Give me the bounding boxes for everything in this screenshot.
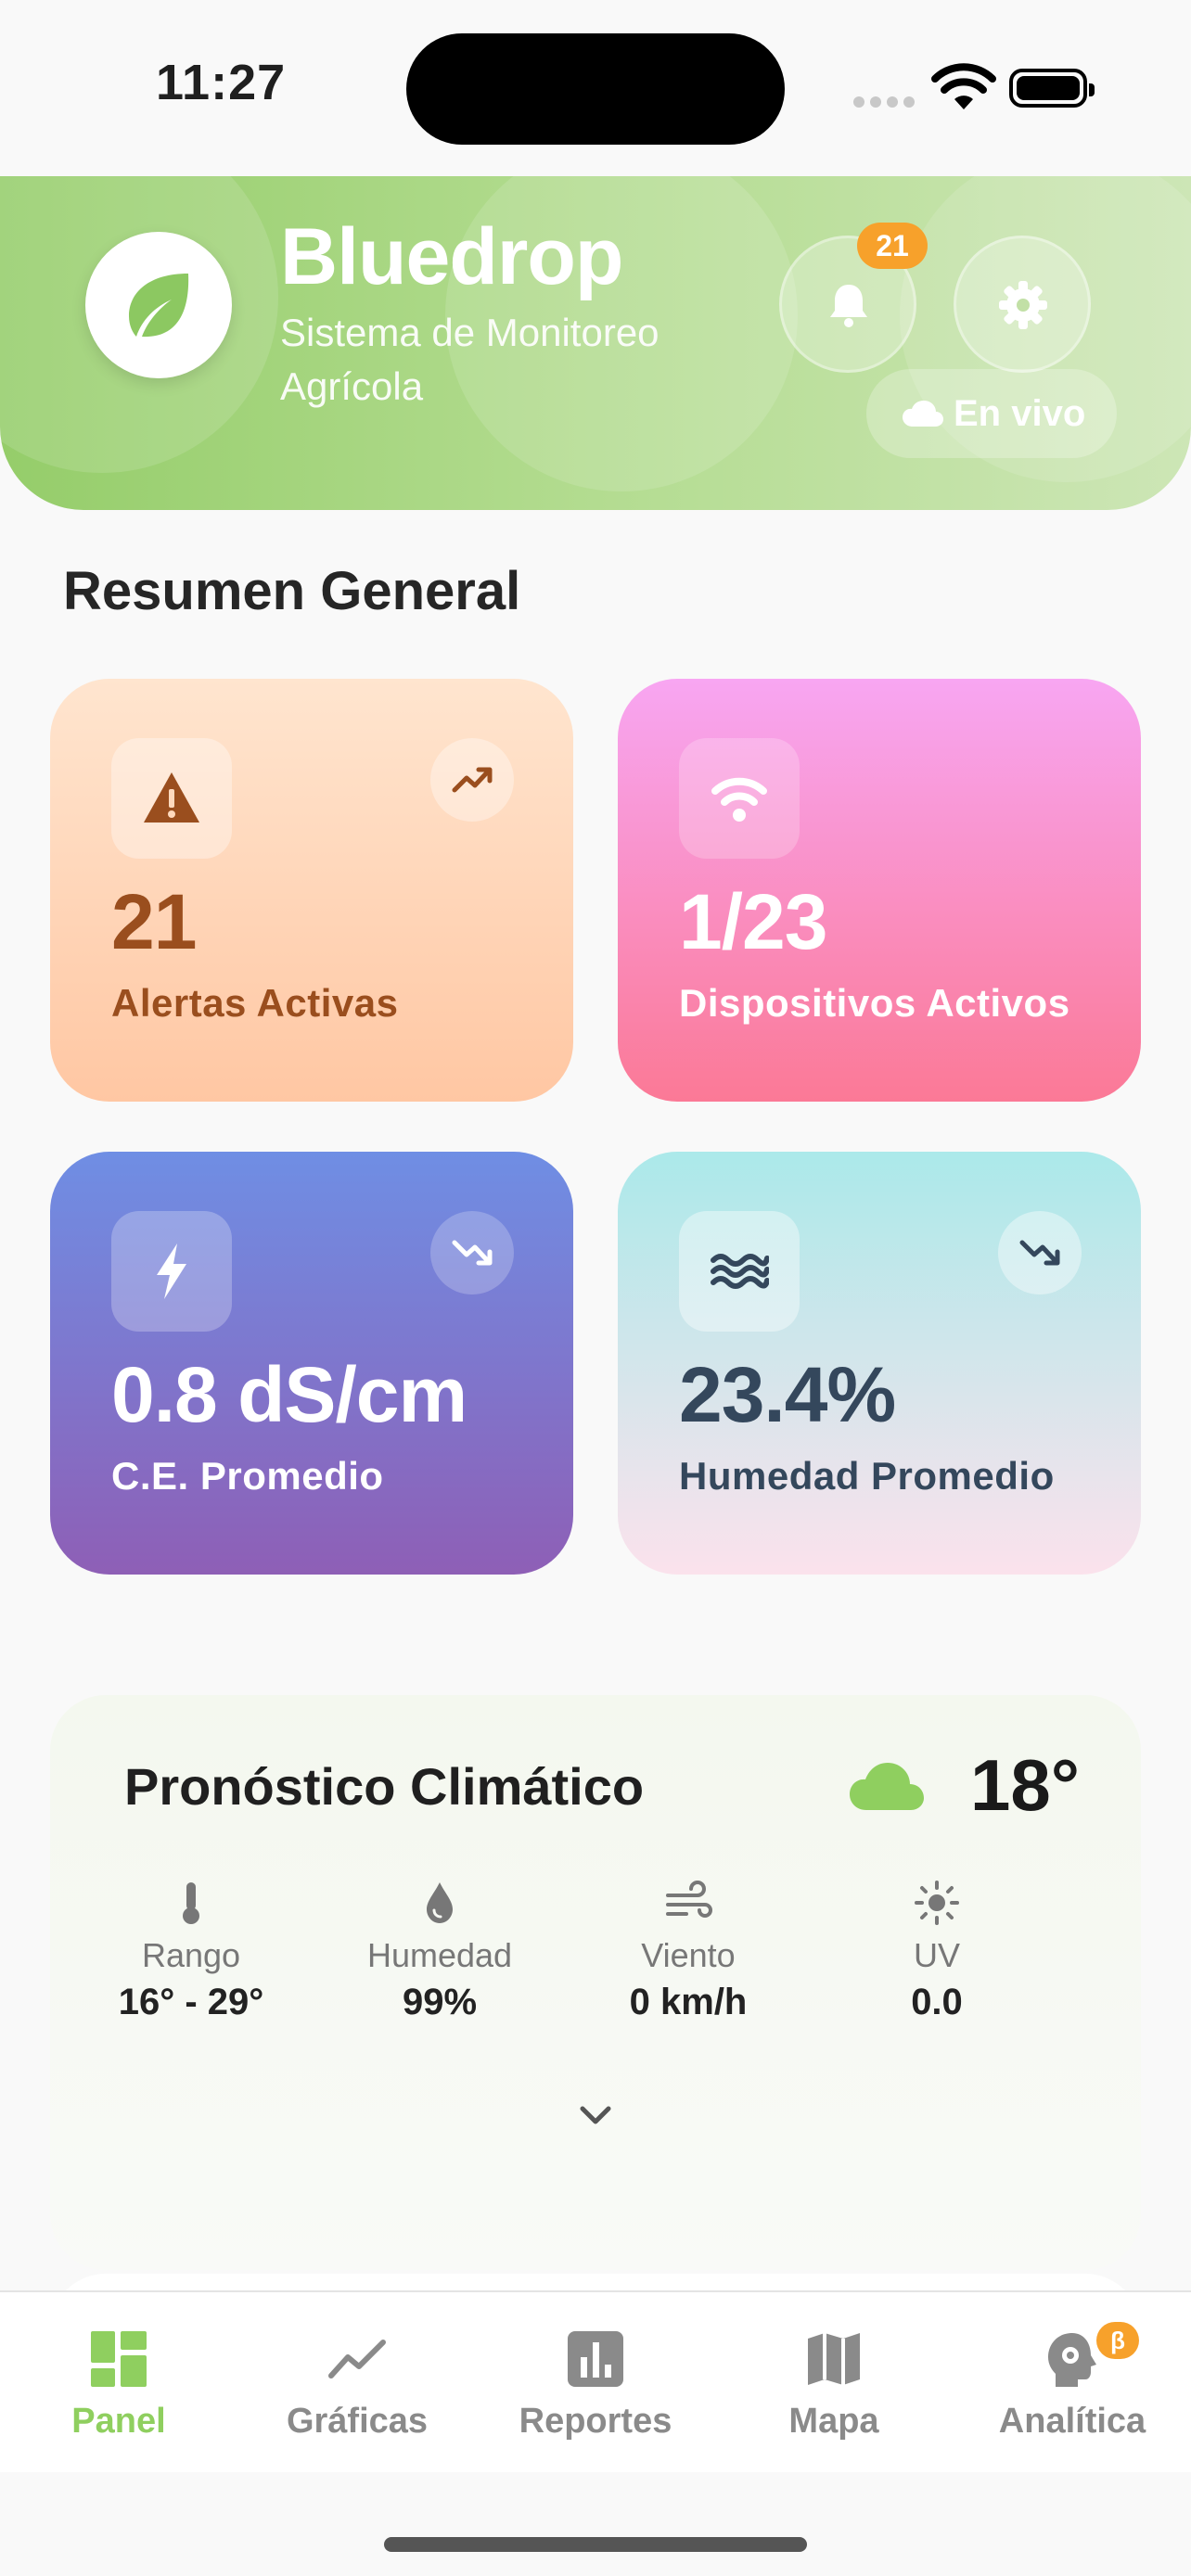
trend-down-icon	[998, 1211, 1082, 1294]
cloud-icon	[903, 401, 943, 427]
devices-card[interactable]: 1/23 Dispositivos Activos	[618, 679, 1141, 1102]
settings-button[interactable]	[954, 236, 1091, 373]
dynamic-island	[406, 33, 785, 145]
card-label: Alertas Activas	[111, 981, 399, 1025]
leaf-icon	[129, 274, 189, 338]
weather-card[interactable]: Pronóstico Climático 18° Rango 16° - 29°…	[50, 1695, 1141, 2270]
card-label: Dispositivos Activos	[679, 981, 1070, 1025]
weather-stat-label: UV	[913, 1936, 960, 1974]
card-icon-box	[111, 738, 232, 859]
home-indicator[interactable]	[384, 2537, 807, 2552]
tab-panel[interactable]: Panel	[0, 2329, 237, 2442]
wind-icon	[666, 1881, 712, 1918]
weather-stat-label: Humedad	[366, 1936, 513, 1974]
weather-stat-value: 0 km/h	[629, 1982, 748, 2022]
card-value: 1/23	[679, 878, 827, 965]
tab-graficas[interactable]: Gráficas	[238, 2329, 476, 2442]
card-value: 21	[111, 878, 197, 965]
bottom-tab-bar: Panel Gráficas Reportes Mapa β Analítica	[0, 2290, 1191, 2474]
card-icon-box	[679, 738, 800, 859]
card-value: 23.4%	[679, 1351, 896, 1438]
status-bar: 11:27	[0, 0, 1191, 176]
gear-icon	[999, 281, 1047, 329]
trend-up-icon	[430, 738, 514, 822]
live-status-pill[interactable]: En vivo	[866, 369, 1117, 458]
sun-icon	[915, 1881, 959, 1925]
conductivity-card[interactable]: 0.8 dS/cm C.E. Promedio	[50, 1152, 573, 1575]
tab-analitica[interactable]: β Analítica	[954, 2322, 1191, 2442]
weather-stat-label: Rango	[141, 1936, 241, 1974]
live-label: En vivo	[954, 393, 1086, 434]
trend-down-icon	[430, 1211, 514, 1294]
weather-stat-range: Rango 16° - 29°	[80, 1881, 302, 2027]
tab-label: Reportes	[519, 2402, 672, 2441]
summary-title: Resumen General	[63, 561, 521, 621]
card-icon-box	[679, 1211, 800, 1332]
battery-icon	[1009, 69, 1095, 108]
app-subtitle: Sistema de Monitoreo Agrícola	[280, 311, 660, 408]
weather-stat-value: 16° - 29°	[118, 1982, 264, 2022]
card-icon-box	[111, 1211, 232, 1332]
home-indicator-area	[0, 2472, 1191, 2576]
cloud-icon	[850, 1763, 924, 1810]
alerts-card[interactable]: 21 Alertas Activas	[50, 679, 573, 1102]
cellular-signal-icon	[853, 93, 916, 108]
line-chart-icon	[328, 2340, 386, 2378]
weather-stat-value: 0.0	[911, 1982, 963, 2022]
tab-label: Gráficas	[286, 2402, 429, 2441]
app-title: Bluedrop	[280, 212, 623, 301]
humidity-card[interactable]: 23.4% Humedad Promedio	[618, 1152, 1141, 1575]
dashboard-icon	[91, 2331, 147, 2387]
weather-temperature: 18°	[970, 1744, 1080, 1826]
card-value: 0.8 dS/cm	[111, 1351, 467, 1438]
weather-stat-humidity: Humedad 99%	[328, 1881, 551, 2027]
notification-badge: 21	[857, 223, 928, 269]
tab-reportes[interactable]: Reportes	[477, 2329, 714, 2442]
weather-stat-value: 99%	[402, 1982, 478, 2022]
weather-stat-uv: UV 0.0	[826, 1881, 1048, 2027]
tab-mapa[interactable]: Mapa	[715, 2329, 953, 2442]
weather-stat-label: Viento	[641, 1936, 736, 1974]
warning-icon	[144, 772, 199, 823]
head-gear-icon	[1048, 2333, 1096, 2387]
beta-badge: β	[1096, 2322, 1139, 2359]
card-label: Humedad Promedio	[679, 1454, 1055, 1498]
tab-label: Analítica	[998, 2402, 1146, 2441]
drop-icon	[427, 1882, 453, 1923]
chevron-down-icon[interactable]	[577, 2103, 614, 2127]
map-icon	[808, 2333, 860, 2385]
waves-icon	[711, 1254, 769, 1289]
status-time: 11:27	[156, 55, 287, 110]
weather-title: Pronóstico Climático	[124, 1757, 645, 1816]
app-logo	[85, 232, 232, 378]
bolt-icon	[157, 1243, 186, 1299]
wifi-status-icon	[931, 63, 996, 109]
tab-label: Mapa	[788, 2402, 879, 2441]
thermometer-icon	[183, 1882, 199, 1924]
card-label: C.E. Promedio	[111, 1454, 384, 1498]
bell-icon	[830, 285, 867, 327]
wifi-icon	[711, 777, 767, 822]
weather-stat-wind: Viento 0 km/h	[577, 1881, 800, 2027]
bar-chart-icon	[568, 2331, 623, 2387]
tab-label: Panel	[71, 2402, 166, 2441]
